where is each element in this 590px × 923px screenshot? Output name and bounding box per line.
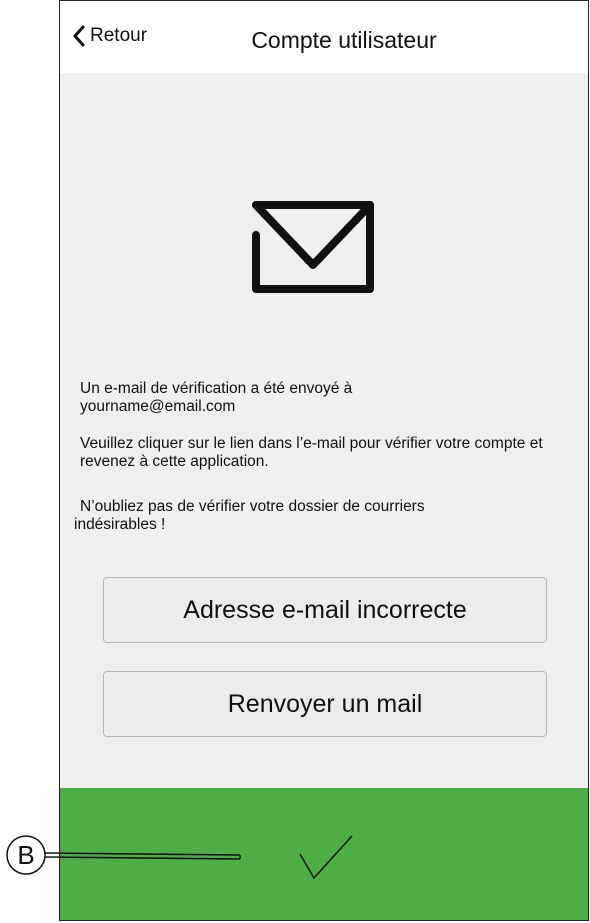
confirm-footer <box>60 788 588 920</box>
wrong-email-button[interactable]: Adresse e-mail incorrecte <box>103 577 547 643</box>
spam-reminder-text: N’oubliez pas de vérifier votre dossier … <box>74 498 554 534</box>
callout-label: B <box>17 839 35 870</box>
resend-mail-button[interactable]: Renvoyer un mail <box>103 671 547 737</box>
checkmark-icon <box>296 835 356 886</box>
spam-reminder-line2: indésirables ! <box>74 516 166 533</box>
verification-sent-text: Un e-mail de vérification a été envoyé à… <box>80 380 560 416</box>
confirm-button[interactable] <box>296 832 356 882</box>
email-address: yourname@email.com <box>80 398 236 415</box>
spam-reminder-line1: N’oubliez pas de vérifier votre dossier … <box>80 498 425 515</box>
instructions-text: Veuillez cliquer sur le lien dans l’e-ma… <box>80 435 543 470</box>
page-title: Compte utilisateur <box>251 27 437 53</box>
phone-screen: Retour Compte utilisateur Un e-mail de v… <box>59 0 589 921</box>
verification-line: Un e-mail de vérification a été envoyé à <box>80 380 353 397</box>
header-bar: Retour Compte utilisateur <box>60 1 588 73</box>
envelope-icon <box>248 197 378 302</box>
